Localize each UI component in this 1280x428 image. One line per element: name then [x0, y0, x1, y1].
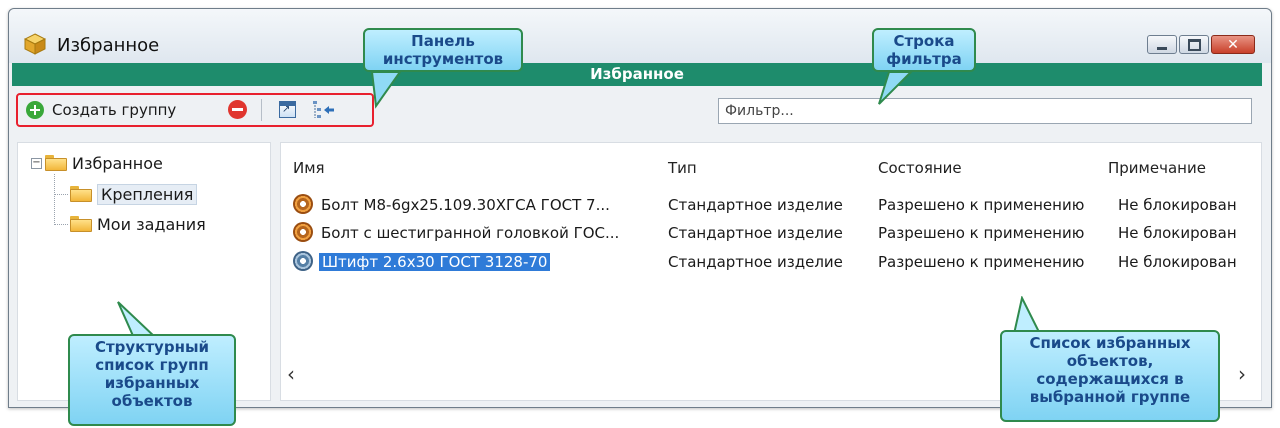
cell-state: Разрешено к применению: [878, 196, 1085, 214]
tree-item-label: Мои задания: [97, 214, 206, 234]
column-header-name[interactable]: Имя: [293, 159, 325, 177]
tree-item-my-tasks[interactable]: Мои задания: [70, 213, 206, 235]
cell-name: Болт с шестигранной головкой ГОС...: [321, 224, 620, 242]
collapse-icon[interactable]: −: [31, 157, 42, 169]
scroll-left-icon[interactable]: ‹: [287, 362, 295, 386]
create-group-button[interactable]: Создать группу: [26, 97, 176, 123]
cell-name: Штифт 2.6x30 ГОСТ 3128-70: [319, 253, 551, 271]
close-icon: ✕: [1227, 36, 1239, 53]
table-row[interactable]: Болт М8-6gx25.109.30ХГСА ГОСТ 7... Станд…: [291, 193, 1253, 217]
cell-note: Не блокирован: [1118, 224, 1237, 242]
maximize-icon: [1187, 38, 1201, 51]
filter-input[interactable]: [718, 98, 1252, 124]
window-title: Избранное: [57, 35, 160, 56]
title-bar[interactable]: Избранное ✕: [9, 9, 1271, 63]
column-header-state[interactable]: Состояние: [878, 159, 962, 177]
cell-note: Не блокирован: [1118, 196, 1237, 214]
callout-tail-filter: [878, 71, 914, 105]
cell-state: Разрешено к применению: [878, 253, 1085, 271]
column-header-note[interactable]: Примечание: [1108, 159, 1206, 177]
callout-tree: Структурный список групп избранных объек…: [68, 334, 236, 426]
cell-type: Стандартное изделие: [668, 224, 843, 242]
tree-item-fasteners[interactable]: Крепления: [70, 183, 198, 205]
column-header-type[interactable]: Тип: [668, 159, 697, 177]
delete-group-button[interactable]: [228, 100, 247, 119]
panel-header: Избранное: [12, 63, 1262, 86]
toolbar-separator: [261, 99, 262, 121]
cell-name: Болт М8-6gx25.109.30ХГСА ГОСТ 7...: [321, 196, 610, 214]
create-group-label: Создать группу: [52, 101, 177, 119]
scroll-right-icon[interactable]: ›: [1238, 362, 1246, 386]
cell-type: Стандартное изделие: [668, 196, 843, 214]
tree-connector: [54, 194, 68, 195]
minimize-button[interactable]: [1147, 35, 1177, 54]
callout-toolbar: Панель инструментов: [363, 28, 523, 72]
gear-orange-icon: [293, 222, 313, 242]
gear-blue-icon: [293, 251, 313, 271]
callout-list: Список избранных объектов, содержащихся …: [1000, 330, 1220, 422]
folder-icon: [70, 216, 92, 232]
tree-connector: [54, 174, 55, 225]
cell-note: Не блокирован: [1118, 253, 1237, 271]
callout-filter: Строка фильтра: [872, 28, 976, 72]
cell-state: Разрешено к применению: [878, 224, 1085, 242]
tree-item-label: Крепления: [97, 183, 198, 205]
locate-in-tree-button[interactable]: [312, 100, 336, 120]
cube-app-icon: [24, 33, 46, 55]
window-controls: ✕: [1145, 35, 1255, 54]
close-button[interactable]: ✕: [1211, 35, 1255, 54]
cell-type: Стандартное изделие: [668, 253, 843, 271]
maximize-button[interactable]: [1179, 35, 1209, 54]
folder-icon: [45, 155, 67, 171]
folder-icon: [70, 186, 92, 202]
tree-item-label: Избранное: [72, 153, 163, 173]
callout-tail-toolbar: [370, 71, 402, 109]
open-properties-button[interactable]: [279, 101, 296, 118]
tree-item-favorites[interactable]: − Избранное: [31, 152, 163, 174]
gear-orange-icon: [293, 194, 313, 214]
minimize-icon: [1157, 46, 1167, 50]
table-row[interactable]: Болт с шестигранной головкой ГОС... Стан…: [291, 221, 1253, 245]
tree-connector: [54, 224, 68, 225]
table-row[interactable]: Штифт 2.6x30 ГОСТ 3128-70 Стандартное из…: [291, 250, 1253, 274]
add-icon: [26, 101, 44, 119]
